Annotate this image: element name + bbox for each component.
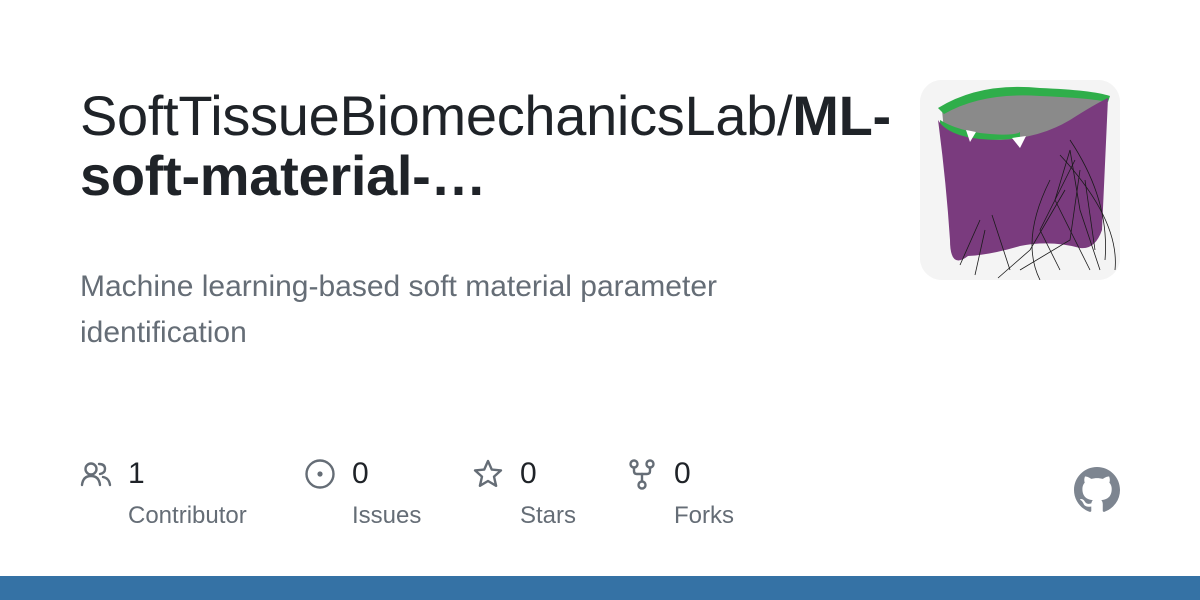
repo-owner: SoftTissueBiomechanicsLab xyxy=(80,84,778,147)
repo-separator: / xyxy=(777,84,793,147)
repo-description: Machine learning-based soft material par… xyxy=(80,270,717,349)
issues-icon xyxy=(305,459,335,489)
star-icon xyxy=(473,459,503,487)
stat-label: Issues xyxy=(352,502,422,529)
stat-value: 1 xyxy=(128,457,145,490)
contributors-icon xyxy=(80,462,112,487)
stat-value: 0 xyxy=(520,457,537,490)
repo-title: SoftTissueBiomechanicsLab/ML-soft-materi… xyxy=(80,84,891,206)
stat-value: 0 xyxy=(352,457,369,490)
github-mark-icon[interactable] xyxy=(1074,467,1120,513)
repo-stats: 1 Contributor 0 Issues 0 Stars 0 Forks xyxy=(80,455,800,545)
language-bar xyxy=(0,576,1200,600)
repo-avatar-image xyxy=(920,80,1120,280)
fork-icon xyxy=(629,459,655,490)
stat-label: Forks xyxy=(674,502,734,529)
stat-label: Contributor xyxy=(128,502,247,529)
stat-label: Stars xyxy=(520,502,577,529)
stat-value: 0 xyxy=(674,457,691,490)
mesh-illustration xyxy=(920,80,1120,280)
